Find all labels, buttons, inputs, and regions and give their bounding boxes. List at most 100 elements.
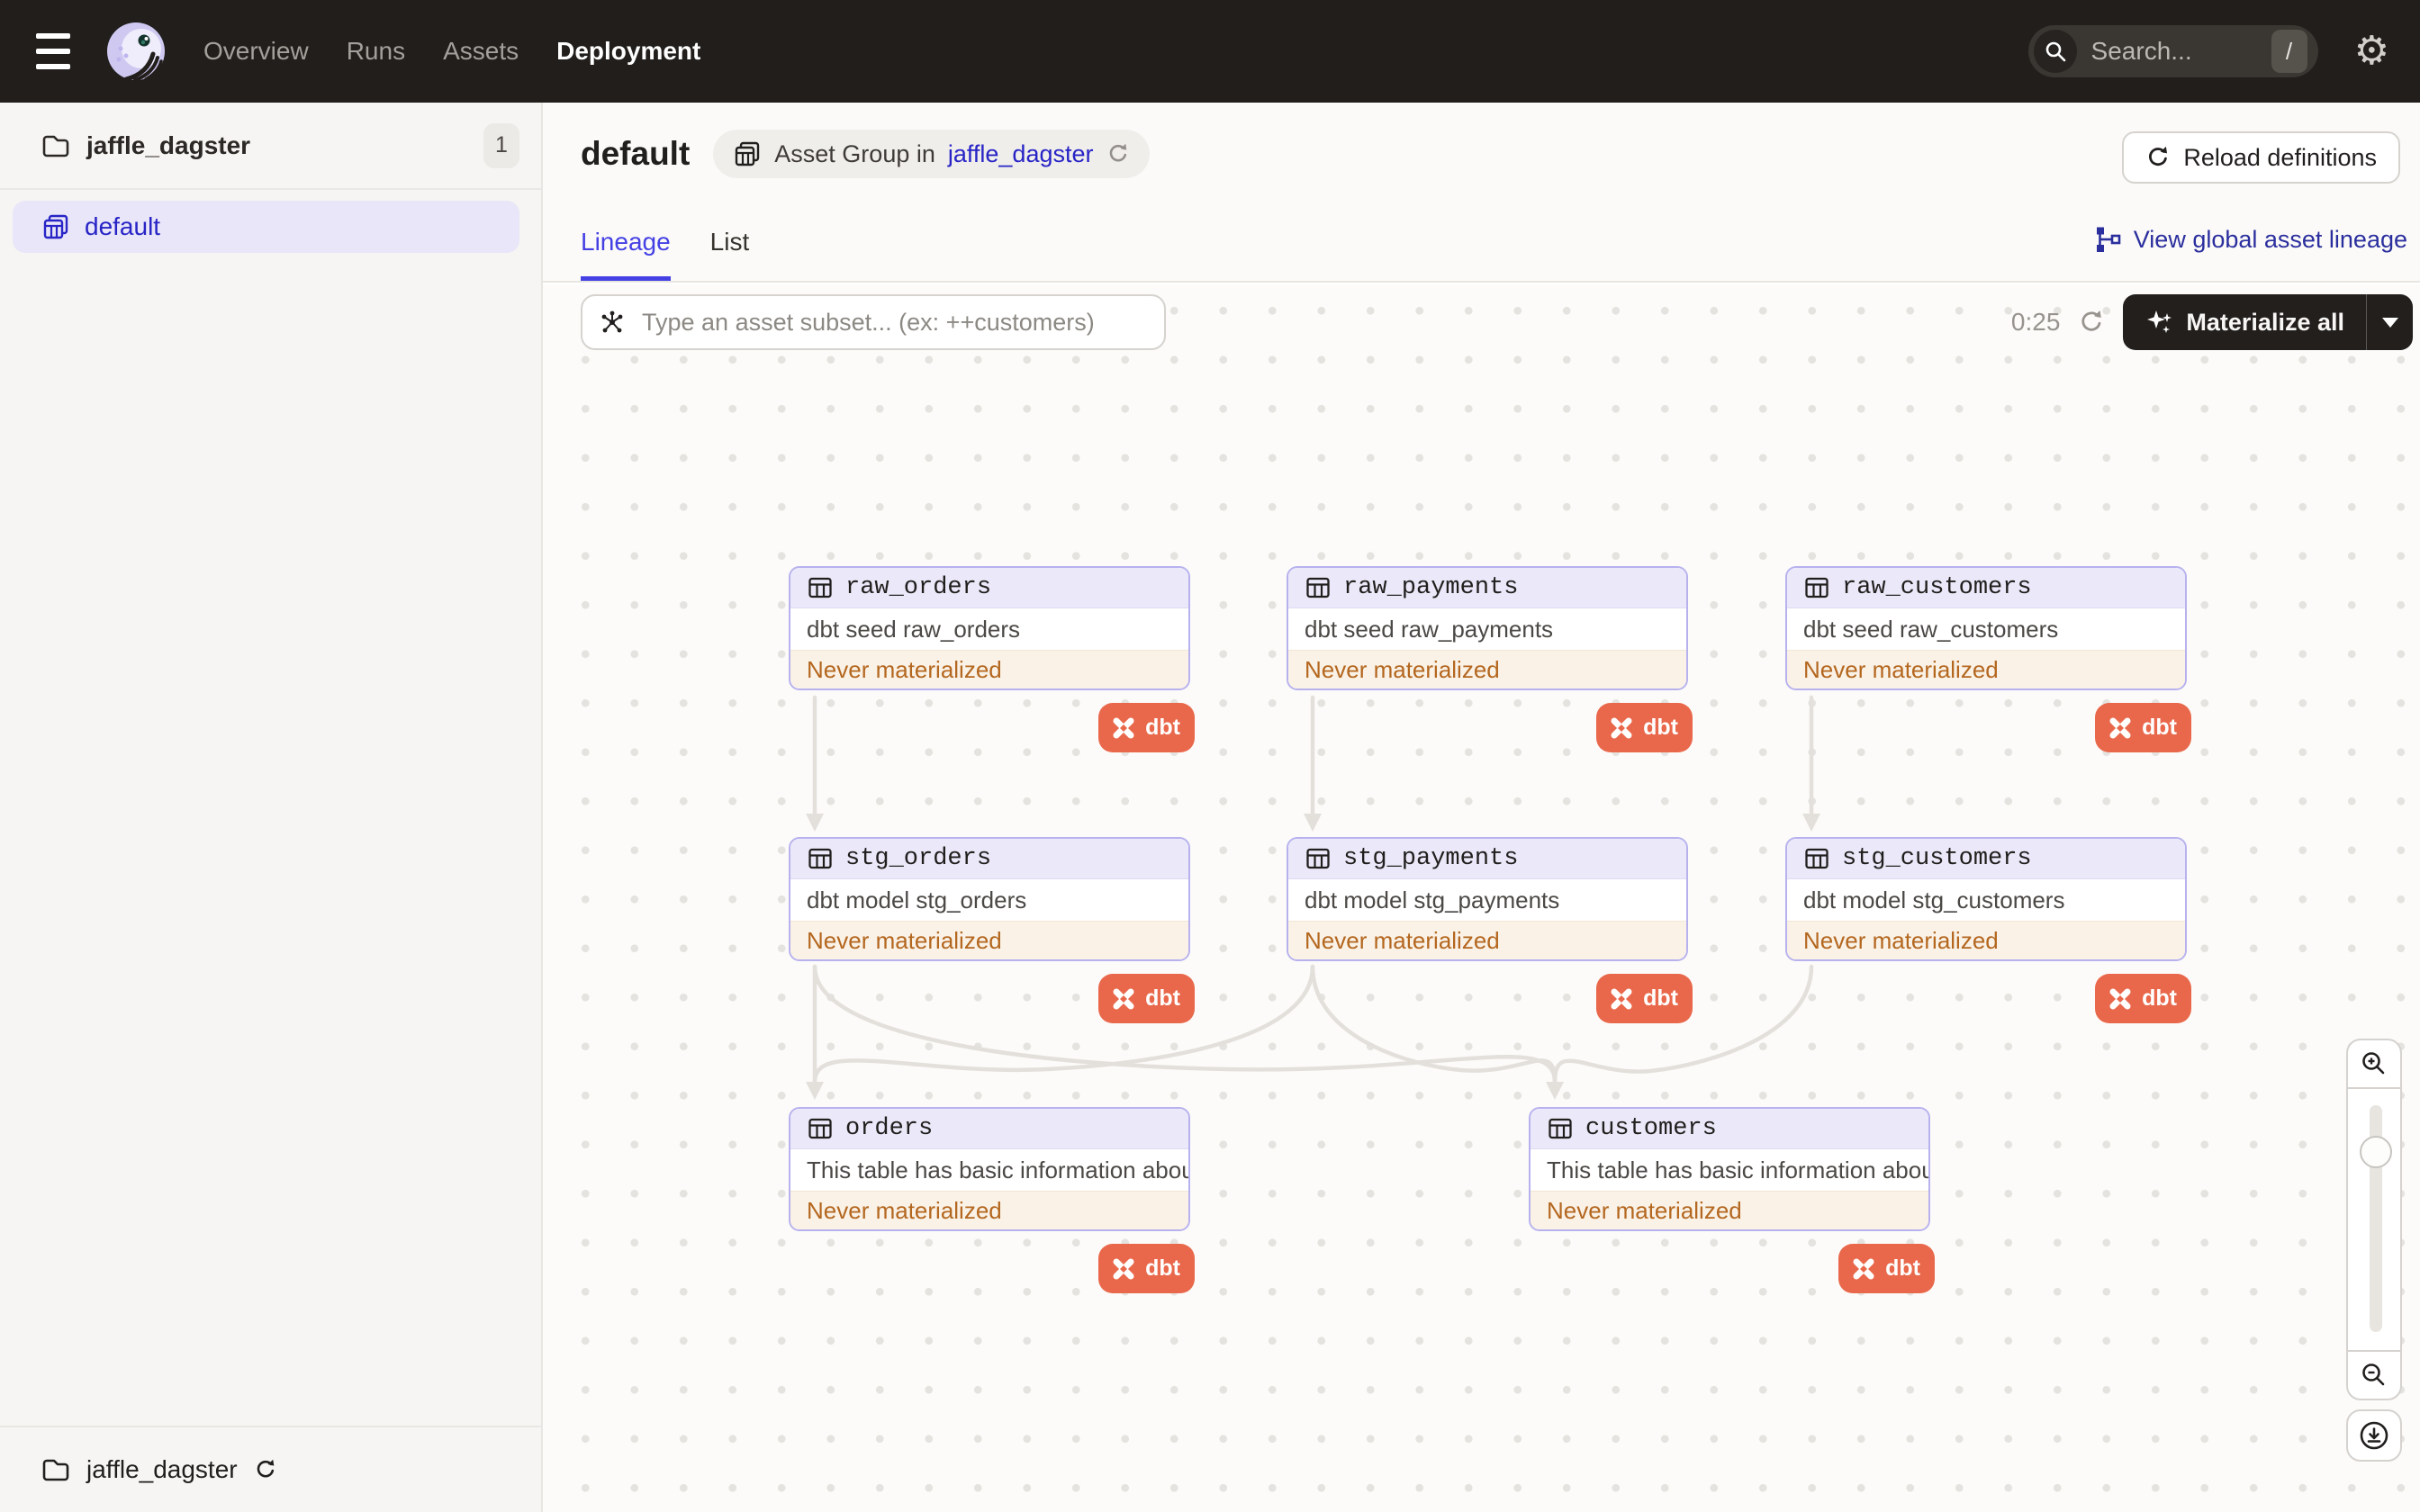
reload-definitions-button[interactable]: Reload definitions — [2122, 131, 2400, 184]
status-never-materialized: Never materialized — [1787, 650, 2185, 688]
tab-lineage[interactable]: Lineage — [581, 228, 671, 281]
dbt-tag-label: dbt — [1643, 986, 1678, 1011]
refresh-icon — [2149, 146, 2168, 166]
table-icon — [1549, 1118, 1572, 1139]
dbt-logo-icon — [2109, 717, 2131, 738]
status-never-materialized: Never materialized — [1787, 921, 2185, 959]
asset-name: stg_orders — [845, 845, 992, 872]
tab-list[interactable]: List — [710, 228, 750, 281]
settings-gear-icon[interactable]: ⚙ — [2354, 32, 2389, 71]
asset-node-customers[interactable]: customers This table has basic informati… — [1529, 1107, 1935, 1293]
dbt-logo-icon — [1113, 1258, 1134, 1279]
asset-name: raw_customers — [1842, 574, 2032, 601]
asset-description: This table has basic information about .… — [1531, 1149, 1928, 1191]
asset-name: stg_customers — [1842, 845, 2032, 872]
dbt-logo-icon — [1113, 988, 1134, 1009]
refresh-icon[interactable] — [254, 1458, 277, 1481]
materialize-options-dropdown[interactable] — [2366, 294, 2413, 350]
asset-groups-sidebar: jaffle_dagster 1 default jaffle_dagster — [0, 103, 543, 1512]
nav-runs[interactable]: Runs — [347, 37, 405, 66]
table-icon — [808, 1118, 832, 1139]
asset-description: dbt seed raw_payments — [1288, 608, 1686, 650]
asset-description: This table has basic information about .… — [790, 1149, 1188, 1191]
graph-zoom-controls — [2346, 1039, 2402, 1462]
folder-icon — [42, 135, 69, 157]
search-shortcut-badge: / — [2271, 30, 2307, 73]
context-badge-link[interactable]: jaffle_dagster — [948, 140, 1094, 168]
asset-name: customers — [1585, 1115, 1717, 1142]
graph-filter-icon — [601, 310, 623, 333]
folder-icon — [42, 1459, 69, 1481]
footer-code-location-name: jaffle_dagster — [86, 1455, 238, 1483]
asset-description: dbt model stg_orders — [790, 879, 1188, 921]
dbt-tag-badge: dbt — [2095, 703, 2191, 752]
dbt-tag-label: dbt — [1145, 715, 1180, 740]
table-icon — [1306, 577, 1330, 598]
sparkle-icon — [2147, 310, 2172, 333]
nav-overview[interactable]: Overview — [203, 37, 309, 66]
dbt-tag-badge: dbt — [1596, 974, 1693, 1023]
dbt-tag-label: dbt — [1643, 715, 1678, 740]
dbt-logo-icon — [1611, 717, 1632, 738]
asset-name: raw_payments — [1343, 574, 1519, 601]
refresh-icon[interactable] — [2078, 309, 2105, 336]
dbt-tag-label: dbt — [1145, 986, 1180, 1011]
download-graph-button[interactable] — [2346, 1409, 2402, 1462]
dbt-tag-badge: dbt — [1098, 974, 1195, 1023]
view-global-asset-lineage-link[interactable]: View global asset lineage — [2094, 225, 2407, 254]
search-input[interactable]: Search... / — [2027, 25, 2318, 77]
dbt-logo-icon — [1113, 717, 1134, 738]
materialize-all-button-group: Materialize all — [2123, 294, 2413, 350]
page-header: default Asset Group in jaffle_dagster Re… — [543, 103, 2420, 283]
zoom-slider-thumb[interactable] — [2360, 1136, 2392, 1168]
nav-assets[interactable]: Assets — [443, 37, 519, 66]
asset-description: dbt model stg_payments — [1288, 879, 1686, 921]
asset-name: orders — [845, 1115, 934, 1142]
chevron-down-icon — [2381, 317, 2398, 328]
search-placeholder: Search... — [2090, 37, 2192, 65]
zoom-slider — [2346, 1089, 2402, 1352]
primary-nav: Overview Runs Assets Deployment — [203, 37, 700, 66]
asset-node-orders[interactable]: orders This table has basic information … — [789, 1107, 1195, 1293]
dbt-logo-icon — [2109, 988, 2131, 1009]
context-badge-text: Asset Group in — [774, 140, 935, 167]
asset-node-stg_payments[interactable]: stg_payments dbt model stg_payments Neve… — [1287, 837, 1693, 1023]
group-label: default — [85, 212, 161, 240]
dagster-app: Overview Runs Assets Deployment Search..… — [0, 0, 2420, 1512]
dbt-tag-badge: dbt — [1098, 703, 1195, 752]
dbt-tag-label: dbt — [2142, 986, 2177, 1011]
materialize-all-button[interactable]: Materialize all — [2123, 308, 2366, 337]
lineage-graph-icon — [2096, 227, 2121, 252]
asset-subset-filter — [581, 294, 1166, 350]
zoom-out-button[interactable] — [2346, 1350, 2402, 1400]
asset-node-raw_orders[interactable]: raw_orders dbt seed raw_orders Never mat… — [789, 566, 1195, 752]
top-navigation-bar: Overview Runs Assets Deployment Search..… — [0, 0, 2420, 103]
code-location-name: jaffle_dagster — [86, 130, 251, 159]
asset-description: dbt seed raw_customers — [1787, 608, 2185, 650]
asset-node-raw_payments[interactable]: raw_payments dbt seed raw_payments Never… — [1287, 566, 1693, 752]
dbt-tag-label: dbt — [2142, 715, 2177, 740]
dbt-tag-badge: dbt — [1596, 703, 1693, 752]
group-count-badge: 1 — [483, 122, 519, 168]
asset-subset-input[interactable] — [581, 294, 1166, 350]
sidebar-item-default-group[interactable]: default — [13, 201, 519, 253]
table-icon — [1805, 848, 1829, 869]
asset-node-raw_customers[interactable]: raw_customers dbt seed raw_customers Nev… — [1785, 566, 2191, 752]
asset-group-icon — [43, 214, 68, 239]
refresh-icon[interactable] — [1106, 142, 1130, 166]
code-location-row[interactable]: jaffle_dagster 1 — [0, 103, 541, 190]
dbt-tag-badge: dbt — [2095, 974, 2191, 1023]
table-icon — [808, 577, 832, 598]
dagster-logo-icon[interactable] — [106, 22, 166, 81]
hamburger-menu-icon[interactable] — [36, 33, 83, 69]
nav-deployment[interactable]: Deployment — [556, 37, 700, 66]
dbt-tag-label: dbt — [1145, 1256, 1180, 1281]
table-icon — [808, 848, 832, 869]
zoom-in-button[interactable] — [2346, 1039, 2402, 1089]
table-icon — [1805, 577, 1829, 598]
asset-node-stg_orders[interactable]: stg_orders dbt model stg_orders Never ma… — [789, 837, 1195, 1023]
asset-node-stg_customers[interactable]: stg_customers dbt model stg_customers Ne… — [1785, 837, 2191, 1023]
view-tabs: Lineage List — [581, 228, 749, 281]
lineage-graph-pane[interactable]: 0:25 Materialize all — [543, 284, 2420, 1512]
dbt-tag-label: dbt — [1885, 1256, 1920, 1281]
